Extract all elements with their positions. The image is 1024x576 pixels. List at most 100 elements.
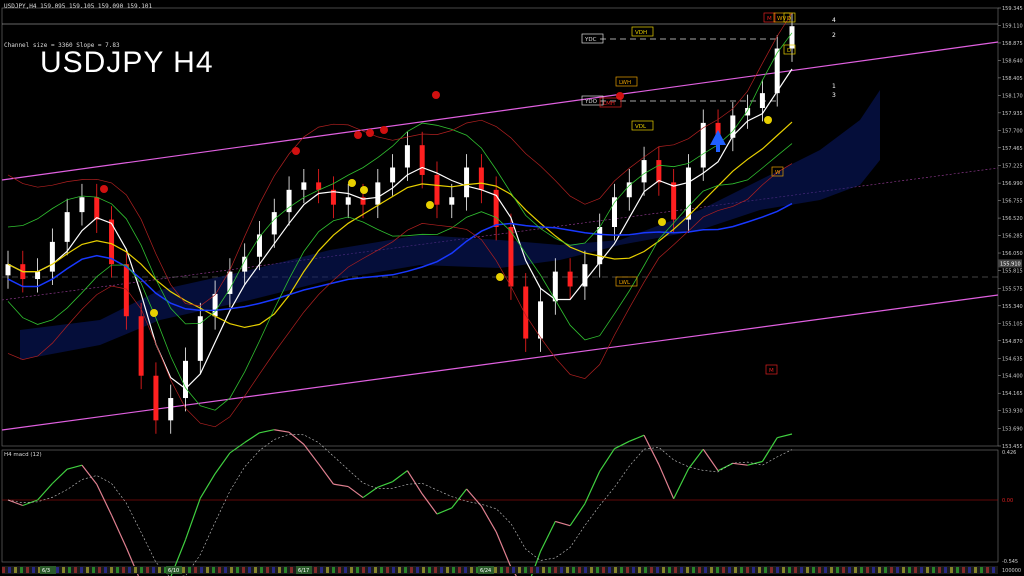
candle-body: [774, 48, 780, 94]
date-axis-marker: [824, 567, 827, 573]
date-axis-marker: [110, 567, 113, 573]
date-axis-marker: [20, 567, 23, 573]
candle-body: [5, 264, 11, 276]
price-tick-label: 155.105: [1002, 321, 1023, 327]
date-axis-marker: [458, 567, 461, 573]
tag-w: W: [775, 170, 781, 176]
date-axis-marker: [800, 567, 803, 573]
date-axis-marker: [332, 567, 335, 573]
date-axis-marker: [338, 567, 341, 573]
date-axis-marker: [92, 567, 95, 573]
date-axis-marker: [578, 567, 581, 573]
fractal-yellow-marker: [150, 309, 158, 317]
tag-lwl: LWL: [619, 280, 631, 286]
date-axis-marker: [812, 567, 815, 573]
date-axis-marker: [776, 567, 779, 573]
date-axis-marker: [314, 567, 317, 573]
date-axis-marker: [104, 567, 107, 573]
fractal-red-marker: [380, 126, 388, 134]
macd-line-segment: [244, 432, 260, 444]
tag-lwh: LWH: [619, 80, 631, 86]
date-axis-marker: [938, 567, 941, 573]
price-tick-label: 158.405: [1002, 76, 1023, 82]
date-axis-marker: [542, 567, 545, 573]
date-axis-marker: [116, 567, 119, 573]
macd-line-segment: [229, 442, 246, 454]
date-axis-marker: [350, 567, 353, 573]
candle-body: [138, 316, 144, 376]
candle-body: [183, 360, 189, 399]
date-axis-marker: [842, 567, 845, 573]
macd-signal-line: [7, 433, 793, 576]
tag-vdh: VDH: [635, 30, 647, 36]
date-axis-marker: [14, 567, 17, 573]
date-axis-marker: [692, 567, 695, 573]
fractal-red-marker: [100, 185, 108, 193]
date-axis-marker: [410, 567, 413, 573]
macd-line-segment: [569, 503, 586, 527]
date-axis-marker: [506, 567, 509, 573]
date-axis-marker: [854, 567, 857, 573]
macd-line-segment: [111, 514, 127, 548]
tag-m: M: [769, 368, 774, 374]
fractal-yellow-marker: [348, 179, 356, 187]
macd-line-segment: [303, 444, 320, 465]
blue-arrow-icon: [710, 130, 726, 152]
price-tick-label: 156.050: [1002, 251, 1023, 257]
date-axis-marker: [62, 567, 65, 573]
date-label: 6/10: [168, 568, 179, 574]
candle-body: [390, 167, 396, 183]
candle-body: [153, 375, 159, 421]
macd-line-segment: [274, 429, 290, 433]
macd-line-segment: [37, 483, 53, 501]
macd-line-segment: [392, 470, 408, 483]
date-axis-marker: [248, 567, 251, 573]
macd-line-segment: [362, 486, 379, 499]
macd-line-segment: [717, 462, 734, 472]
candle-body: [168, 398, 174, 421]
candle-body: [256, 234, 262, 257]
candle-body: [700, 122, 706, 168]
price-tick-label: 155.575: [1002, 286, 1023, 292]
label-4: 4: [832, 17, 836, 24]
tag-ydc: YDC: [584, 37, 597, 43]
date-axis-marker: [884, 567, 887, 573]
date-axis-marker: [446, 567, 449, 573]
date-axis-marker: [230, 567, 233, 573]
fractal-yellow-marker: [658, 218, 666, 226]
date-axis-marker: [344, 567, 347, 573]
date-axis-marker: [392, 567, 395, 573]
chart-canvas: 159.345 159.110 158.875 158.640 158.405 158.1…: [1, 6, 1023, 576]
date-axis-marker: [512, 567, 515, 573]
macd-line-segment: [7, 499, 24, 507]
macd-line-segment: [687, 448, 704, 470]
macd-bottom-value: 100000: [1002, 568, 1021, 574]
date-axis-marker: [716, 567, 719, 573]
date-axis-marker: [26, 567, 29, 573]
date-axis-marker: [530, 567, 533, 573]
date-axis-marker: [818, 567, 821, 573]
candle-body: [404, 145, 410, 168]
date-axis-marker: [752, 567, 755, 573]
candle-body: [419, 145, 425, 175]
label-1: 1: [832, 83, 836, 90]
date-axis-marker: [422, 567, 425, 573]
date-axis-marker: [128, 567, 131, 573]
price-tick-label: 154.635: [1002, 356, 1023, 362]
macd-label: H4 macd (12): [4, 452, 42, 458]
date-label: 6/24: [480, 568, 491, 574]
date-axis-marker: [590, 567, 593, 573]
date-axis-marker: [428, 567, 431, 573]
macd-line-segment: [288, 431, 305, 445]
date-axis-marker: [602, 567, 605, 573]
candle-body: [375, 182, 381, 205]
date-axis-marker: [266, 567, 269, 573]
date-axis-marker: [236, 567, 239, 573]
candle-body: [656, 160, 662, 183]
date-axis-marker: [374, 567, 377, 573]
candle-body: [671, 182, 677, 220]
date-axis-marker: [890, 567, 893, 573]
candle-body: [567, 271, 573, 287]
fractal-yellow-marker: [360, 186, 368, 194]
price-tick-label: 153.690: [1002, 427, 1023, 433]
